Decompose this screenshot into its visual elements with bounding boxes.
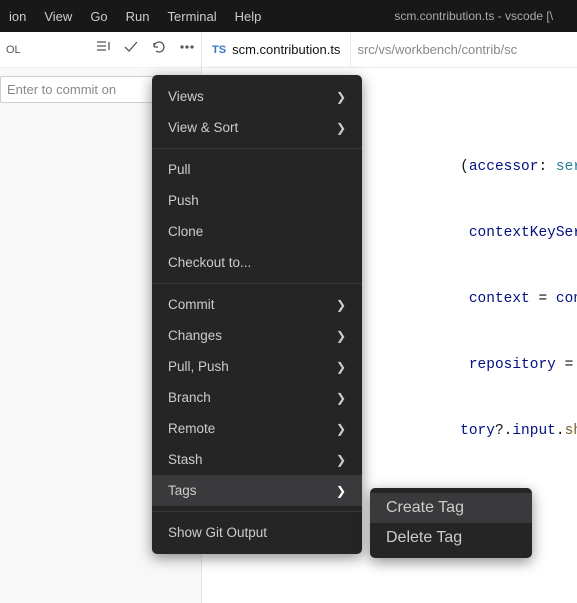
tags-submenu: Create Tag Delete Tag [370, 488, 532, 558]
cm-views[interactable]: Views❯ [152, 81, 362, 112]
chevron-right-icon: ❯ [336, 121, 346, 135]
cm-pull[interactable]: Pull [152, 154, 362, 185]
chevron-right-icon: ❯ [336, 453, 346, 467]
scm-panel-label: OL [6, 44, 21, 56]
cm-checkout[interactable]: Checkout to... [152, 247, 362, 278]
menu-item-help[interactable]: Help [226, 0, 271, 32]
cm-changes[interactable]: Changes❯ [152, 320, 362, 351]
breadcrumb[interactable]: src/vs/workbench/contrib/sc [351, 42, 517, 57]
tree-view-icon[interactable] [95, 39, 111, 60]
cm-push[interactable]: Push [152, 185, 362, 216]
chevron-right-icon: ❯ [336, 298, 346, 312]
refresh-icon[interactable] [151, 39, 167, 60]
ts-file-icon: TS [212, 44, 226, 56]
chevron-right-icon: ❯ [336, 90, 346, 104]
cm-remote[interactable]: Remote❯ [152, 413, 362, 444]
menu-separator [152, 148, 362, 149]
menu-item-go[interactable]: Go [81, 0, 116, 32]
menu-item-terminal[interactable]: Terminal [159, 0, 226, 32]
menu-item-view[interactable]: View [35, 0, 81, 32]
cm-view-sort[interactable]: View & Sort❯ [152, 112, 362, 143]
window-title: scm.contribution.ts - vscode [\ [270, 9, 577, 23]
tab-filename: scm.contribution.ts [232, 42, 340, 57]
editor-tab[interactable]: TS scm.contribution.ts [202, 32, 351, 67]
cm-pull-push[interactable]: Pull, Push❯ [152, 351, 362, 382]
menu-separator [152, 283, 362, 284]
menu-separator [152, 511, 362, 512]
sub-delete-tag[interactable]: Delete Tag [370, 523, 532, 553]
more-icon[interactable] [179, 39, 195, 60]
chevron-right-icon: ❯ [336, 391, 346, 405]
menu-item-run[interactable]: Run [117, 0, 159, 32]
cm-branch[interactable]: Branch❯ [152, 382, 362, 413]
cm-tags[interactable]: Tags❯ [152, 475, 362, 506]
cm-clone[interactable]: Clone [152, 216, 362, 247]
editor-tabs: TS scm.contribution.ts src/vs/workbench/… [202, 32, 577, 68]
commit-check-icon[interactable] [123, 39, 139, 60]
menu-item[interactable]: ion [0, 0, 35, 32]
cm-stash[interactable]: Stash❯ [152, 444, 362, 475]
menubar: ion View Go Run Terminal Help scm.contri… [0, 0, 577, 32]
chevron-right-icon: ❯ [336, 422, 346, 436]
context-menu: Views❯ View & Sort❯ Pull Push Clone Chec… [152, 75, 362, 554]
cm-show-git-output[interactable]: Show Git Output [152, 517, 362, 548]
scm-toolbar: OL [0, 32, 201, 68]
chevron-right-icon: ❯ [336, 484, 346, 498]
cm-commit[interactable]: Commit❯ [152, 289, 362, 320]
chevron-right-icon: ❯ [336, 360, 346, 374]
chevron-right-icon: ❯ [336, 329, 346, 343]
sub-create-tag[interactable]: Create Tag [370, 493, 532, 523]
